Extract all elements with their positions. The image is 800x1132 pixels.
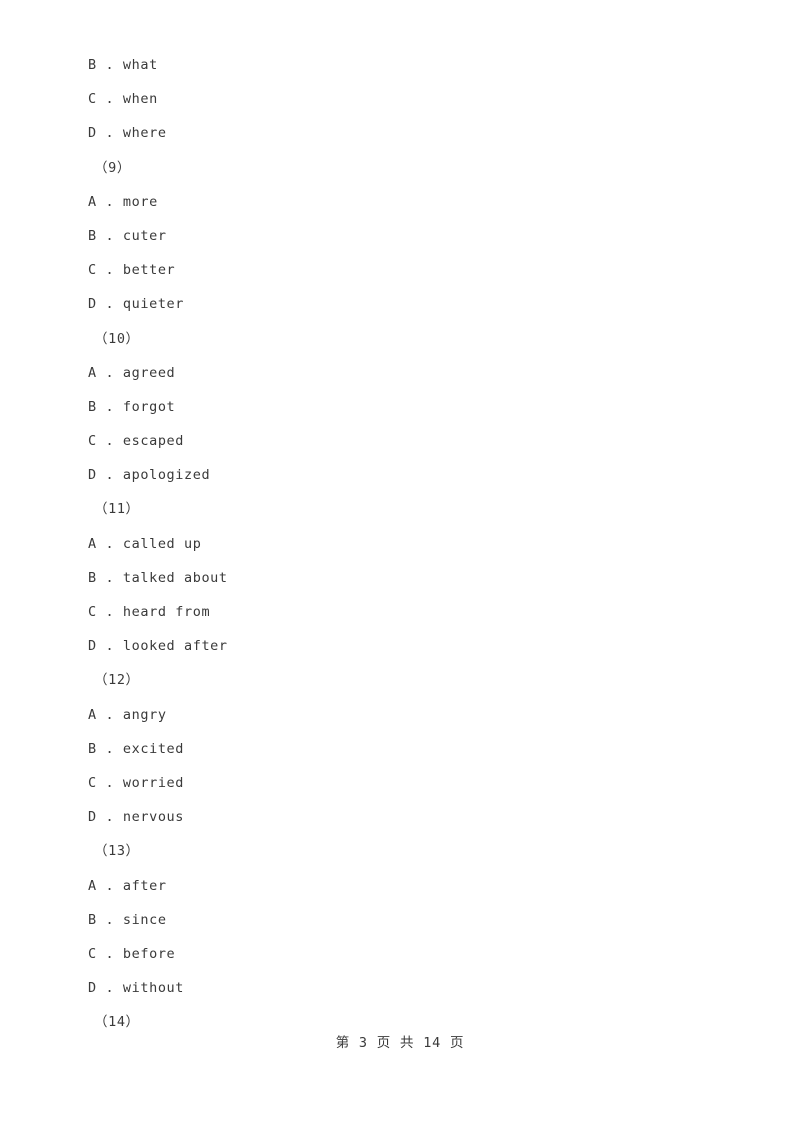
answer-option: B . talked about <box>88 569 228 586</box>
answer-option: D . quieter <box>88 296 185 313</box>
answer-option: D . nervous <box>88 809 185 826</box>
answer-option: D . looked after <box>88 638 228 655</box>
answer-option: A . angry <box>88 706 167 723</box>
question-group-label: （9） <box>94 159 131 176</box>
answer-option: C . heard from <box>88 604 211 620</box>
question-group-label: （10） <box>94 330 140 347</box>
answer-option: A . more <box>88 193 158 210</box>
answer-option: B . since <box>88 911 167 928</box>
answer-option: D . without <box>88 980 185 997</box>
answer-option: C . escaped <box>88 433 185 450</box>
question-group-label: （12） <box>94 672 140 689</box>
answer-option: C . better <box>88 262 176 279</box>
question-options-list: B . what C . when D . where （9） A . more B . … <box>0 48 800 1039</box>
answer-option: B . excited <box>88 740 185 757</box>
answer-option: A . after <box>88 877 167 894</box>
answer-option: A . agreed <box>88 364 176 381</box>
page-footer: 第 3 页 共 14 页 <box>335 1035 465 1051</box>
document-page: B . what C . when D . where （9） A . more B . … <box>0 0 800 1132</box>
answer-option: B . forgot <box>88 398 176 415</box>
question-group-label: （13） <box>94 843 140 860</box>
answer-option: C . before <box>88 945 176 962</box>
answer-option: B . cuter <box>88 227 167 244</box>
answer-option: B . what <box>88 57 158 73</box>
answer-option: C . worried <box>88 774 185 791</box>
question-group-label: （11） <box>94 501 140 518</box>
answer-option: D . apologized <box>88 467 211 484</box>
answer-option: D . where <box>88 125 167 142</box>
answer-option: A . called up <box>88 535 202 552</box>
answer-option: C . when <box>88 91 158 108</box>
